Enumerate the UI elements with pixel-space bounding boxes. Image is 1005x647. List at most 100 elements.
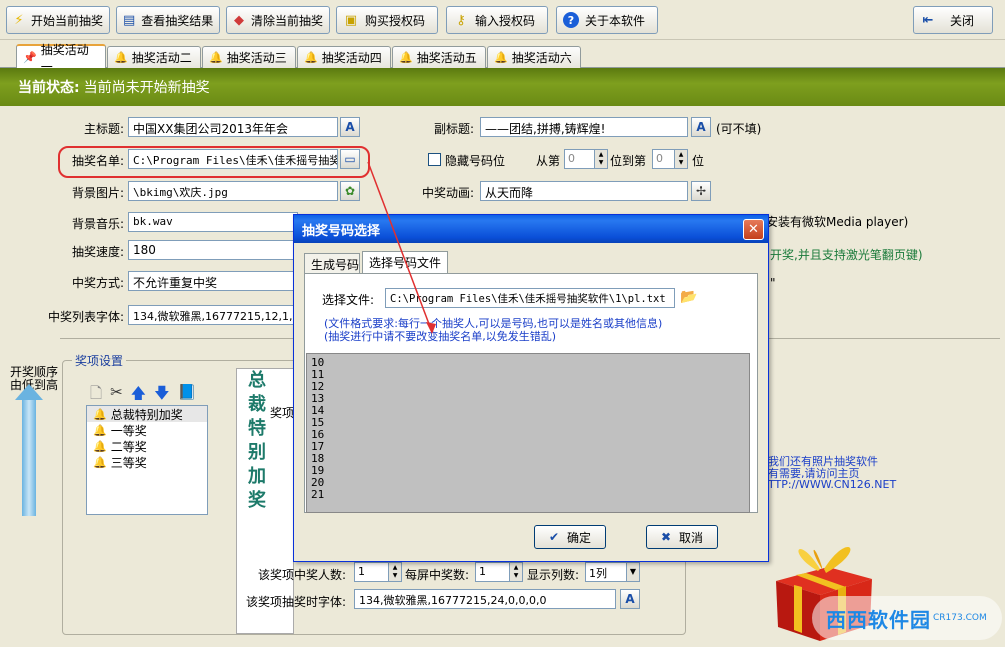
speed-input[interactable]: 180	[128, 240, 298, 260]
win-anim-select-button[interactable]: ✢	[691, 181, 711, 201]
ad-link[interactable]: TTP://WWW.CN126.NET	[768, 478, 896, 491]
close-button[interactable]: ⇤ 关闭	[913, 6, 993, 34]
bell-icon: 🔔	[93, 439, 107, 453]
draw-list-highlight	[58, 146, 370, 178]
dialog-close-button[interactable]: ✕	[743, 219, 764, 240]
bg-music-input[interactable]: bk.wav	[128, 212, 298, 232]
start-draw-button[interactable]: ⚡ 开始当前抽奖	[6, 6, 110, 34]
folder-icon[interactable]: 📂	[680, 289, 697, 305]
bell-icon: 🔔	[304, 51, 318, 64]
from-digit-stepper[interactable]: 0 ▲ ▼	[564, 149, 608, 169]
per-screen-stepper[interactable]: 1 ▲ ▼	[475, 562, 523, 582]
list-item[interactable]: 🔔 三等奖	[87, 454, 207, 470]
win-mode-label: 中奖方式:	[71, 276, 124, 290]
digit-label: 位	[692, 154, 705, 168]
select-file-label: 选择文件:	[322, 293, 375, 307]
tab-activity-2[interactable]: 🔔 抽奖活动二	[107, 46, 201, 68]
order-up-arrow-icon	[15, 384, 43, 516]
dropdown-arrow-icon: ▼	[626, 563, 639, 581]
per-screen-label: 每屏中奖数:	[405, 568, 470, 582]
bell-icon: 🔔	[209, 51, 223, 64]
dialog-titlebar[interactable]: 抽奖号码选择 ✕	[294, 215, 768, 243]
select-file-input[interactable]: C:\Program Files\佳禾\佳禾摇号抽奖软件\1\pl.txt	[385, 288, 675, 308]
exit-icon: ⇤	[922, 12, 934, 28]
subtitle-input[interactable]: ——团结,拼搏,铸辉煌!	[480, 117, 688, 137]
watermark-brand: 西西软件园	[826, 607, 931, 632]
draw-font-button[interactable]: A	[620, 589, 640, 609]
enter-license-button[interactable]: ⚷ 输入授权码	[446, 6, 548, 34]
draw-font-input[interactable]: 134,微软雅黑,16777215,24,0,0,0,0	[354, 589, 616, 609]
hide-digits-label: 隐藏号码位	[445, 154, 506, 168]
check-icon: ✔	[548, 530, 560, 544]
tab-activity-4[interactable]: 🔔 抽奖活动四	[297, 46, 391, 68]
main-title-label: 主标题:	[83, 122, 124, 136]
draw-font-label: 该奖项抽奖时字体:	[246, 595, 347, 609]
site-watermark: 西西软件园 CR173.COM	[812, 596, 1002, 640]
item-label: 奖项	[270, 406, 295, 420]
stepper-arrows-icon: ▲ ▼	[674, 150, 687, 168]
status-bar: 当前状态: 当前尚未开始新抽奖	[0, 68, 1005, 106]
tab-activity-3[interactable]: 🔔 抽奖活动三	[202, 46, 296, 68]
eraser-icon: ◆	[233, 12, 244, 28]
key-hint: 开奖,并且支持激光笔翻页键)	[770, 248, 923, 262]
speed-label: 抽奖速度:	[71, 245, 124, 259]
bell-icon: 🔔	[114, 51, 128, 64]
list-item[interactable]: 🔔 一等奖	[87, 422, 207, 438]
status-label: 当前状态:	[18, 80, 80, 96]
stepper-arrows-icon: ▲ ▼	[388, 563, 401, 581]
tab-activity-5[interactable]: 🔔 抽奖活动五	[392, 46, 486, 68]
dialog-cancel-button[interactable]: ✖ 取消	[646, 525, 718, 549]
about-button[interactable]: ? 关于本软件	[556, 6, 658, 34]
main-title-font-button[interactable]: A	[340, 117, 360, 137]
clear-draw-button[interactable]: ◆ 清除当前抽奖	[226, 6, 330, 34]
prize-settings-title: 奖项设置	[72, 352, 127, 369]
subtitle-hint: (可不填)	[716, 122, 762, 136]
tab-activity-1[interactable]: 📌 抽奖活动一	[16, 43, 106, 74]
pin-icon: 📌	[23, 51, 37, 64]
tab-activity-6[interactable]: 🔔 抽奖活动六	[487, 46, 581, 68]
to-digit-stepper[interactable]: 0 ▲ ▼	[652, 149, 688, 169]
subtitle-font-button[interactable]: A	[691, 117, 711, 137]
key-icon: ⚷	[456, 12, 466, 28]
font-a-icon: A	[625, 592, 635, 606]
winners-count-stepper[interactable]: 1 ▲ ▼	[354, 562, 402, 582]
dialog-title: 抽奖号码选择	[302, 223, 381, 239]
win-mode-select[interactable]: 不允许重复中奖	[128, 271, 298, 291]
lightning-icon: ⚡	[14, 12, 24, 28]
image-icon: ✿	[344, 184, 356, 198]
list-item[interactable]: 🔔 二等奖	[87, 438, 207, 454]
subtitle-label: 副标题:	[433, 122, 474, 136]
file-format-note: (文件格式要求:每行一个抽奖人,可以是号码,也可以是姓名或其他信息) (抽奖进行…	[324, 317, 663, 343]
bell-icon: 🔔	[93, 407, 107, 421]
win-anim-input[interactable]: 从天而降	[480, 181, 688, 201]
list-item[interactable]: 🔔 总裁特别加奖	[87, 406, 207, 422]
columns-select[interactable]: 1列 ▼	[585, 562, 640, 582]
stepper-arrows-icon: ▲ ▼	[594, 150, 607, 168]
vertical-title-text: 总裁特别加奖	[248, 370, 266, 511]
buy-license-button[interactable]: ▣ 购买授权码	[336, 6, 438, 34]
dialog-ok-button[interactable]: ✔ 确定	[534, 525, 606, 549]
font-a-icon: A	[345, 120, 355, 134]
close-icon: ✕	[748, 222, 759, 237]
main-title-input[interactable]: 中国XX集团公司2013年年会	[128, 117, 338, 137]
bg-music-label: 背景音乐:	[71, 217, 124, 231]
winners-count-label: 该奖项中奖人数:	[258, 568, 347, 582]
bg-image-browse-button[interactable]: ✿	[340, 181, 360, 201]
music-hint: 安装有微软Media player)	[766, 215, 909, 229]
win-list-font-input[interactable]: 134,微软雅黑,16777215,12,1,	[128, 305, 298, 325]
number-select-dialog: 抽奖号码选择 ✕ 生成号码 选择号码文件 选择文件: C:\Program Fi…	[293, 214, 769, 562]
film-icon: ✢	[695, 184, 707, 198]
tab-generate-numbers[interactable]: 生成号码	[304, 253, 360, 273]
to-label: 位到第	[610, 154, 647, 168]
watermark-site: CR173.COM	[933, 613, 987, 623]
activity-tabs: 📌 抽奖活动一 🔔 抽奖活动二 🔔 抽奖活动三 🔔 抽奖活动四 🔔 抽奖活动五 …	[0, 43, 1005, 74]
tab-select-number-file[interactable]: 选择号码文件	[362, 251, 448, 274]
document-icon: ▣	[344, 12, 358, 28]
bg-image-input[interactable]: \bkimg\欢庆.jpg	[128, 181, 338, 201]
help-icon: ?	[563, 12, 579, 28]
view-results-button[interactable]: ▤ 查看抽奖结果	[116, 6, 220, 34]
number-list[interactable]: 10 11 12 13 14 15 16 17 18 19 20 21	[306, 353, 750, 513]
hide-digits-checkbox[interactable]	[428, 153, 441, 166]
bell-icon: 🔔	[494, 51, 508, 64]
status-text: 当前尚未开始新抽奖	[83, 80, 210, 96]
